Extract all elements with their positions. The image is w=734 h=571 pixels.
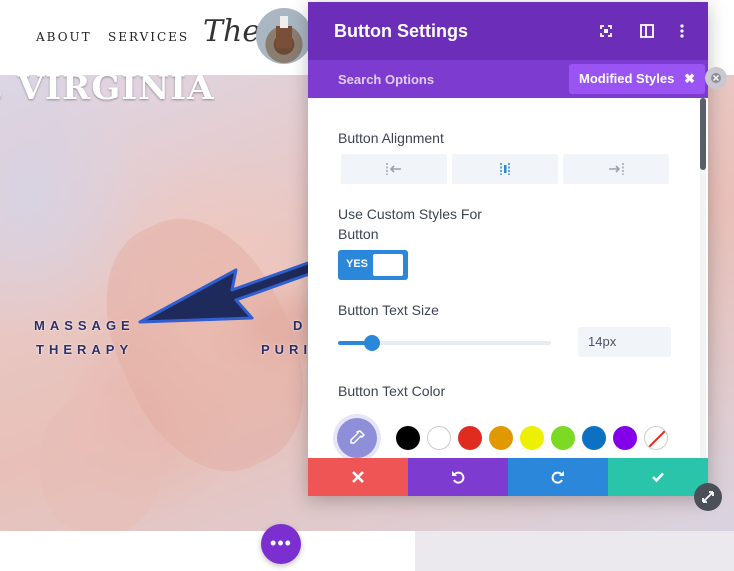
- align-center-icon: [500, 163, 510, 175]
- color-swatch-white[interactable]: [427, 426, 451, 450]
- undo-icon: [452, 471, 465, 484]
- redo-button[interactable]: [508, 458, 608, 496]
- panel-resize-handle[interactable]: [694, 483, 722, 511]
- fullscreen-icon[interactable]: [598, 23, 614, 39]
- panel-tabs: Search Options Modified Styles ✖: [308, 60, 708, 98]
- toggle-state-label: YES: [346, 258, 369, 270]
- color-swatch-red[interactable]: [458, 426, 482, 450]
- color-swatch-blue[interactable]: [582, 426, 606, 450]
- color-swatch-purple[interactable]: [613, 426, 637, 450]
- color-swatch-yellow[interactable]: [520, 426, 544, 450]
- save-button[interactable]: [608, 458, 708, 496]
- panel-scrollbar-thumb[interactable]: [700, 98, 706, 170]
- custom-styles-toggle[interactable]: YES: [338, 250, 408, 280]
- color-swatch-none[interactable]: [644, 426, 668, 450]
- modified-styles-label: Modified Styles: [579, 71, 675, 86]
- more-vertical-icon[interactable]: [674, 23, 690, 39]
- close-bubble-button[interactable]: [705, 67, 727, 89]
- toggle-knob: [373, 254, 403, 276]
- save-check-icon: [652, 472, 664, 483]
- close-icon: [711, 73, 721, 83]
- search-options-input[interactable]: Search Options: [338, 72, 434, 87]
- align-left-button[interactable]: [341, 154, 447, 184]
- align-left-icon: [386, 163, 401, 175]
- cancel-button[interactable]: [308, 458, 408, 496]
- custom-styles-label-line2: Button: [338, 226, 379, 242]
- page-settings-dots-button[interactable]: •••: [261, 524, 301, 564]
- eyedropper-icon: [350, 430, 365, 444]
- color-swatch-black[interactable]: [396, 426, 420, 450]
- cancel-icon: [352, 471, 364, 483]
- text-color-label: Button Text Color: [338, 383, 446, 399]
- modified-styles-filter[interactable]: Modified Styles ✖: [569, 64, 705, 94]
- text-size-slider-handle[interactable]: [364, 335, 380, 351]
- panel-header[interactable]: Button Settings: [308, 2, 708, 60]
- resize-icon: [702, 491, 714, 503]
- page-section-bottom: [0, 531, 415, 571]
- text-size-label: Button Text Size: [338, 302, 439, 318]
- button-alignment-label: Button Alignment: [338, 130, 444, 146]
- redo-icon: [551, 471, 564, 484]
- align-center-button[interactable]: [452, 154, 558, 184]
- sidebar-toggle-icon[interactable]: [639, 23, 655, 39]
- close-icon[interactable]: ✖: [684, 64, 695, 94]
- color-swatch-orange[interactable]: [489, 426, 513, 450]
- undo-button[interactable]: [408, 458, 508, 496]
- text-size-input[interactable]: 14px: [578, 327, 671, 357]
- color-swatch-green[interactable]: [551, 426, 575, 450]
- custom-styles-label: Use Custom Styles For: [338, 206, 482, 222]
- align-right-button[interactable]: [563, 154, 669, 184]
- panel-title: Button Settings: [334, 21, 468, 41]
- color-picker-button[interactable]: [337, 418, 377, 458]
- page-section-bottom-image: [415, 531, 734, 571]
- align-right-icon: [609, 163, 624, 175]
